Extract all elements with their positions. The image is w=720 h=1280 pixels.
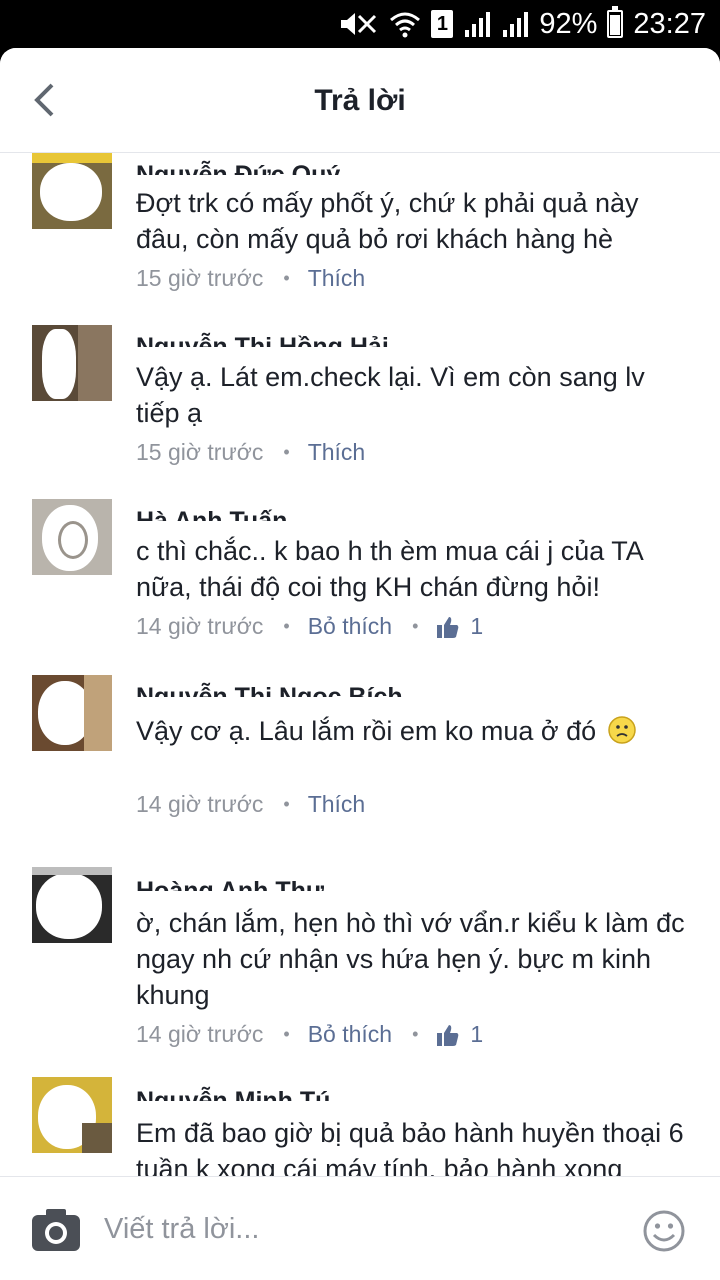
page-title: Trả lời bbox=[314, 84, 406, 117]
separator-dot: • bbox=[283, 1024, 290, 1044]
comment-text: Vậy cơ ạ. Lâu lắm rồi em ko mua ở đó bbox=[136, 713, 686, 749]
like-button[interactable]: Thích bbox=[308, 439, 366, 466]
like-count[interactable]: 1 bbox=[436, 613, 483, 640]
comment-meta: 14 giờ trước • Thích bbox=[136, 791, 365, 818]
thumbs-up-icon bbox=[437, 1024, 459, 1046]
comment-meta: 15 giờ trước • Thích bbox=[136, 439, 365, 466]
status-icons: 1 92% 23:27 bbox=[339, 0, 706, 48]
camera-button[interactable] bbox=[30, 1207, 82, 1253]
avatar[interactable] bbox=[32, 675, 112, 751]
separator-dot: • bbox=[283, 442, 290, 462]
comment-time: 14 giờ trước bbox=[136, 1021, 264, 1047]
avatar[interactable] bbox=[32, 1077, 112, 1153]
comment-list[interactable]: Nguyễn Đức Quý Đợt trk có mấy phốt ý, ch… bbox=[0, 153, 720, 1176]
comment-author[interactable]: Nguyễn Thị Ngọc Bích bbox=[136, 679, 403, 697]
header: Trả lời bbox=[0, 48, 720, 153]
comment-author[interactable]: Hà Anh Tuấn bbox=[136, 503, 287, 521]
signal-icon bbox=[465, 12, 491, 37]
comment-time: 14 giờ trước bbox=[136, 613, 264, 639]
comment-author[interactable]: Nguyễn Đức Quý bbox=[136, 157, 340, 175]
status-bar: 1 92% 23:27 bbox=[0, 0, 720, 48]
sim-icon: 1 bbox=[431, 10, 454, 38]
unlike-button[interactable]: Bỏ thích bbox=[308, 613, 392, 640]
separator-dot: • bbox=[283, 794, 290, 814]
comment-text: c thì chắc.. k bao h th èm mua cái j của… bbox=[136, 536, 643, 602]
thumbs-up-icon bbox=[437, 616, 459, 638]
comment-meta: 14 giờ trước • Bỏ thích • 1 bbox=[136, 613, 483, 640]
separator-dot: • bbox=[283, 616, 290, 636]
mute-icon bbox=[341, 13, 377, 35]
clock: 23:27 bbox=[633, 7, 706, 40]
avatar[interactable] bbox=[32, 325, 112, 401]
comment-meta: 14 giờ trước • Bỏ thích • 1 bbox=[136, 1021, 483, 1048]
like-count[interactable]: 1 bbox=[436, 1021, 483, 1048]
comment-author[interactable]: Nguyễn Thị Hồng Hải bbox=[136, 329, 389, 347]
avatar[interactable] bbox=[32, 867, 112, 943]
reply-input[interactable] bbox=[104, 1201, 604, 1257]
comment-author[interactable]: Nguyễn Minh Tú bbox=[136, 1083, 330, 1101]
unlike-button[interactable]: Bỏ thích bbox=[308, 1021, 392, 1048]
comment-text: Vậy ạ. Lát em.check lại. Vì em còn sang … bbox=[136, 362, 645, 428]
signal-icon bbox=[503, 12, 529, 37]
comment-time: 15 giờ trước bbox=[136, 439, 264, 465]
comment-time: 15 giờ trước bbox=[136, 265, 264, 291]
comment-text: Đợt trk có mấy phốt ý, chứ k phải quả nà… bbox=[136, 188, 639, 254]
smiley-icon bbox=[643, 1210, 685, 1252]
slightly-frowning-face-icon bbox=[607, 716, 636, 744]
wifi-icon bbox=[390, 12, 421, 38]
comment-text-content: Vậy cơ ạ. Lâu lắm rồi em ko mua ở đó bbox=[136, 716, 597, 746]
reply-sheet: Trả lời Nguyễn Đức Quý Đợt trk có mấy ph… bbox=[0, 48, 720, 1280]
separator-dot: • bbox=[412, 1024, 419, 1044]
battery-icon bbox=[607, 6, 624, 38]
like-count-value: 1 bbox=[470, 613, 484, 639]
comment-text: Em đã bao giờ bị quả bảo hành huyền thoạ… bbox=[136, 1118, 684, 1176]
like-button[interactable]: Thích bbox=[308, 791, 366, 818]
battery-percent: 92% bbox=[539, 7, 598, 40]
comment-author[interactable]: Hoàng Anh Thư bbox=[136, 873, 324, 891]
separator-dot: • bbox=[283, 268, 290, 288]
avatar[interactable] bbox=[32, 153, 112, 229]
comment-text: ờ, chán lắm, hẹn hò thì vớ vẩn.r kiểu k … bbox=[136, 908, 685, 1010]
comment-meta: 15 giờ trước • Thích bbox=[136, 265, 365, 292]
avatar[interactable] bbox=[32, 499, 112, 575]
like-button[interactable]: Thích bbox=[308, 265, 366, 292]
camera-icon bbox=[32, 1209, 80, 1251]
reply-composer bbox=[0, 1176, 720, 1280]
like-count-value: 1 bbox=[470, 1021, 484, 1047]
emoji-button[interactable] bbox=[642, 1209, 686, 1253]
separator-dot: • bbox=[412, 616, 419, 636]
comment-time: 14 giờ trước bbox=[136, 791, 264, 817]
